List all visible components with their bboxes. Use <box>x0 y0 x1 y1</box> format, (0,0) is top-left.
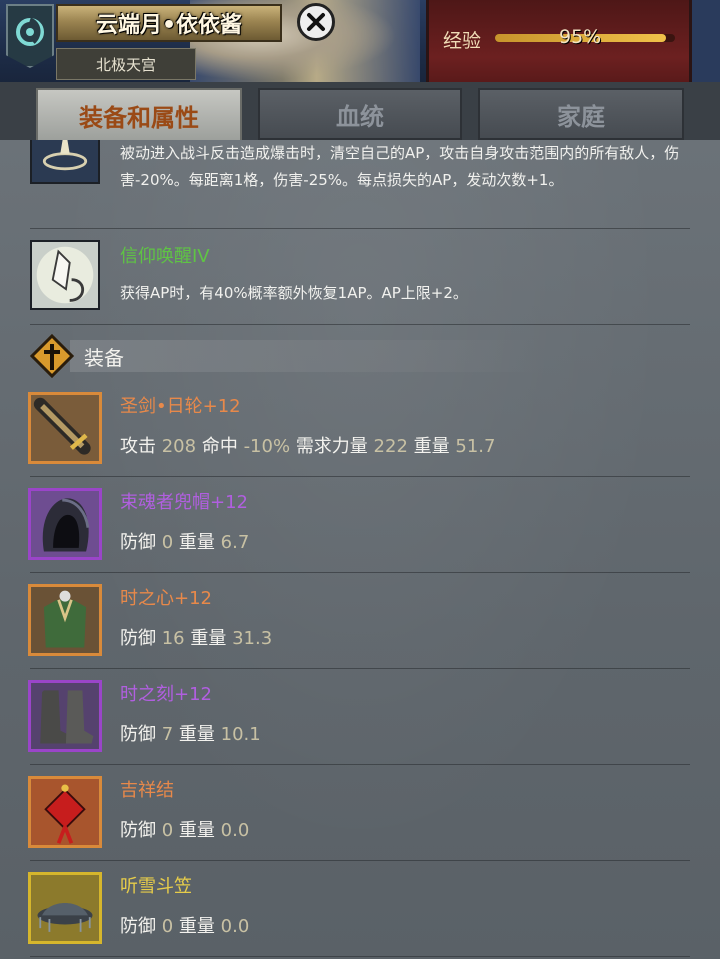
divider <box>30 860 690 861</box>
equipment-name: 圣剑•日轮+12 <box>120 392 241 418</box>
hood-icon[interactable] <box>28 488 102 560</box>
tab-family[interactable]: 家庭 <box>478 88 684 140</box>
equipment-level: +12 <box>174 684 212 705</box>
close-button[interactable] <box>297 3 335 41</box>
equipment-level: +12 <box>202 396 241 417</box>
header-frame-edge <box>692 0 720 88</box>
bamboo-hat-icon[interactable] <box>28 872 102 944</box>
stat-value: 0 <box>161 532 174 553</box>
stat-value: 10.1 <box>220 724 261 745</box>
stat-label: 重量 <box>413 436 450 457</box>
stat-value: -10% <box>243 436 291 457</box>
equipment-name: 时之心+12 <box>120 584 212 610</box>
skill-description: 获得AP时，有40%概率额外恢复1AP。AP上限+2。 <box>120 284 468 302</box>
equipment-stats: 防御 7 重量 10.1 <box>120 720 261 746</box>
equipment-section-header: 装备 <box>29 333 630 379</box>
divider <box>30 668 690 669</box>
stat-label: 防御 <box>120 628 156 649</box>
chinese-knot-icon[interactable] <box>28 776 102 848</box>
equipment-stats: 防御 0 重量 0.0 <box>120 816 249 842</box>
equipment-level: +12 <box>210 492 248 513</box>
passive-skill-icon[interactable] <box>30 140 100 184</box>
equipment-stats: 防御 0 重量 0.0 <box>120 912 249 938</box>
skill-description: 被动进入战斗反击造成爆击时，清空自己的AP，攻击自身攻击范围内的所有敌人，伤害-… <box>120 144 680 189</box>
stat-label: 重量 <box>178 820 215 841</box>
stat-label: 命中 <box>201 436 238 457</box>
equipment-name: 吉祥结 <box>120 776 174 802</box>
equipment-stats: 攻击 208 命中 -10% 需求力量 222 重量 51.7 <box>120 432 495 458</box>
stat-label: 防御 <box>120 916 156 937</box>
divider <box>30 764 690 765</box>
tab-equipment-attributes[interactable]: 装备和属性 <box>36 88 242 140</box>
character-header: 云端月•依依酱 北极天宫 经验 95% <box>0 0 720 88</box>
experience-panel: 经验 95% <box>426 0 692 82</box>
divider <box>30 476 690 477</box>
stat-value: 16 <box>161 628 185 649</box>
faith-crystal-icon[interactable] <box>30 240 100 310</box>
stat-label: 防御 <box>120 820 156 841</box>
equipment-name-text: 束魂者兜帽 <box>120 492 210 513</box>
stat-value: 31.3 <box>232 628 273 649</box>
boots-icon[interactable] <box>28 680 102 752</box>
stat-value: 0 <box>161 916 174 937</box>
faction-crest-icon <box>6 4 54 68</box>
stat-label: 攻击 <box>120 436 156 457</box>
stat-label: 重量 <box>190 628 227 649</box>
close-icon <box>307 13 325 31</box>
stat-label: 防御 <box>120 724 156 745</box>
cross-emblem-icon <box>29 333 75 379</box>
stat-label: 防御 <box>120 532 156 553</box>
equipment-name-text: 圣剑•日轮 <box>120 396 203 417</box>
stat-value: 0.0 <box>220 820 250 841</box>
stat-label: 重量 <box>178 724 215 745</box>
equipment-name: 束魂者兜帽+12 <box>120 488 248 514</box>
location-plate: 北极天宫 <box>56 48 196 80</box>
equipment-name: 听雪斗笠 <box>120 872 192 898</box>
equipment-stats: 防御 0 重量 6.7 <box>120 528 249 554</box>
equipment-level: +12 <box>174 588 212 609</box>
stat-value: 222 <box>373 436 408 457</box>
xp-value: 95% <box>559 26 602 48</box>
stat-value: 208 <box>161 436 197 457</box>
equipment-name-text: 时之刻 <box>120 684 174 705</box>
tab-bloodline[interactable]: 血统 <box>258 88 462 140</box>
location-label: 北极天宫 <box>95 55 156 74</box>
divider <box>30 324 690 325</box>
sword-icon[interactable] <box>28 392 102 464</box>
section-title: 装备 <box>84 346 124 370</box>
equipment-name: 时之刻+12 <box>120 680 212 706</box>
tab-bar: 装备和属性 血统 家庭 <box>0 82 720 140</box>
section-header-band <box>70 340 540 372</box>
xp-label: 经验 <box>443 30 482 52</box>
stat-value: 6.7 <box>220 532 250 553</box>
equipment-name-text: 时之心 <box>120 588 174 609</box>
equipment-name-text: 吉祥结 <box>120 780 174 801</box>
stat-label: 重量 <box>178 916 215 937</box>
stat-label: 重量 <box>178 532 215 553</box>
skill-title: 信仰唤醒IV <box>120 246 210 267</box>
equipment-name-text: 听雪斗笠 <box>120 876 192 897</box>
armor-icon[interactable] <box>28 584 102 656</box>
character-name: 云端月•依依酱 <box>95 13 243 38</box>
divider <box>30 228 690 229</box>
divider <box>30 956 690 957</box>
character-name-plate: 云端月•依依酱 <box>56 4 282 42</box>
stat-label: 需求力量 <box>295 436 368 457</box>
stat-value: 51.7 <box>455 436 496 457</box>
divider <box>30 572 690 573</box>
stat-value: 0.0 <box>220 916 250 937</box>
equipment-stats: 防御 16 重量 31.3 <box>120 624 272 650</box>
equipment-attributes-panel[interactable]: 被动进入战斗反击造成爆击时，清空自己的AP，攻击自身攻击范围内的所有敌人，伤害-… <box>0 140 720 959</box>
stat-value: 7 <box>161 724 174 745</box>
stat-value: 0 <box>161 820 174 841</box>
